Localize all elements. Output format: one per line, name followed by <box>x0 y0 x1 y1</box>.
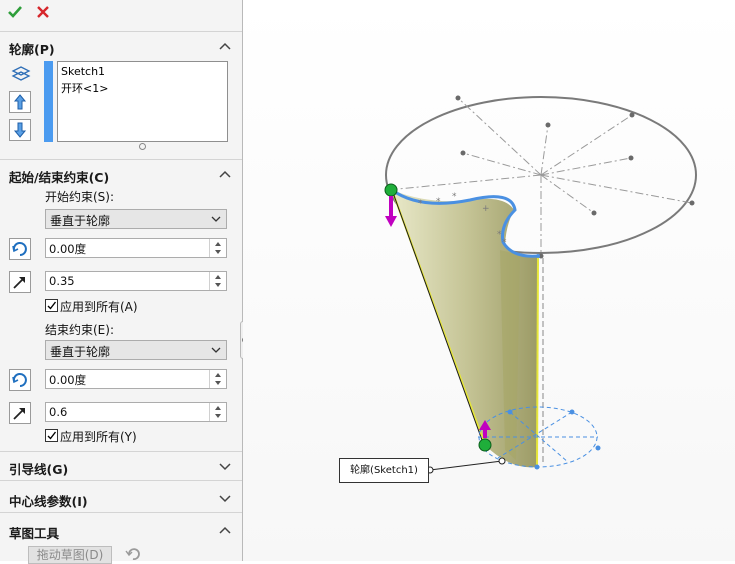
svg-text:+: + <box>482 204 490 214</box>
svg-text:*: * <box>436 197 441 207</box>
profile-callout[interactable]: 轮廓(Sketch1) <box>339 458 429 483</box>
svg-text:*: * <box>502 238 507 248</box>
start-handle <box>384 183 398 197</box>
svg-text:*: * <box>418 199 423 209</box>
end-handle <box>478 438 492 452</box>
svg-text:*: * <box>452 192 457 202</box>
